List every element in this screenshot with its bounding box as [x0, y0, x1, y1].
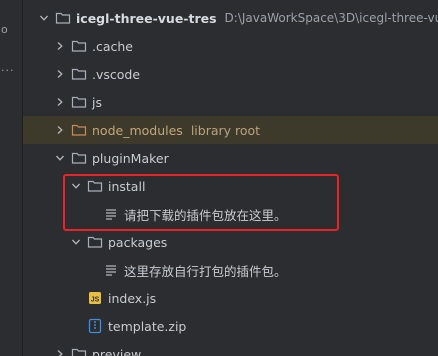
project-tool-window: o ... icegl-three-vue-tres D:\JavaWorkSp…	[0, 0, 438, 356]
tree-root-row[interactable]: icegl-three-vue-tres D:\JavaWorkSpace\3D…	[23, 4, 438, 32]
folder-icon	[71, 346, 87, 356]
chevron-right-icon[interactable]	[53, 347, 67, 356]
tree-item-label: template.zip	[108, 318, 187, 334]
excluded-folder-icon	[71, 122, 87, 138]
chevron-right-icon[interactable]	[53, 123, 67, 137]
root-folder-path: D:\JavaWorkSpace\3D\icegl-three-vue-tres	[224, 11, 438, 25]
text-file-icon	[103, 262, 119, 278]
tree-item-node-modules[interactable]: node_modules library root	[23, 116, 438, 144]
tree-item-label: js	[92, 94, 102, 110]
project-tree: icegl-three-vue-tres D:\JavaWorkSpace\3D…	[23, 0, 438, 356]
tree-item-cache[interactable]: .cache	[23, 32, 438, 60]
tree-item-label: 这里存放自行打包的插件包。	[124, 263, 287, 279]
annotation-highlight-box	[63, 174, 339, 231]
left-tool-strip: o ...	[0, 0, 23, 356]
tree-item-label: .vscode	[92, 66, 141, 82]
chevron-down-icon[interactable]	[37, 11, 51, 25]
tree-item-packages[interactable]: packages	[23, 228, 438, 256]
chevron-right-icon[interactable]	[53, 95, 67, 109]
tree-item-packages-note[interactable]: 这里存放自行打包的插件包。	[23, 256, 438, 284]
chevron-right-icon[interactable]	[53, 67, 67, 81]
more-icon[interactable]: ...	[1, 62, 15, 74]
tree-item-pluginmaker[interactable]: pluginMaker	[23, 144, 438, 172]
tree-item-label: packages	[108, 234, 168, 250]
svg-text:JS: JS	[91, 297, 100, 304]
zip-file-icon	[87, 318, 103, 334]
folder-icon	[71, 94, 87, 110]
tree-item-label: .cache	[92, 38, 133, 54]
folder-icon	[87, 234, 103, 250]
tree-item-template-zip[interactable]: template.zip	[23, 312, 438, 340]
js-file-icon: JS	[87, 290, 103, 306]
tree-item-vscode[interactable]: .vscode	[23, 60, 438, 88]
chevron-down-icon[interactable]	[53, 151, 67, 165]
tree-item-label: preview	[92, 346, 142, 356]
folder-icon	[55, 10, 71, 26]
tree-item-label: index.js	[108, 290, 157, 306]
tree-item-js[interactable]: js	[23, 88, 438, 116]
folder-icon	[71, 66, 87, 82]
chevron-right-icon[interactable]	[53, 39, 67, 53]
tree-item-index-js[interactable]: JS index.js	[23, 284, 438, 312]
folder-icon	[71, 38, 87, 54]
folder-icon	[71, 150, 87, 166]
tree-item-preview[interactable]: preview	[23, 340, 438, 356]
tool-strip-icon[interactable]: o	[1, 24, 9, 36]
tree-item-label: pluginMaker	[92, 150, 169, 166]
chevron-down-icon[interactable]	[69, 235, 83, 249]
library-root-hint: library root	[190, 122, 261, 138]
tree-item-label: node_modules	[92, 122, 183, 138]
root-folder-name: icegl-three-vue-tres	[76, 10, 217, 26]
